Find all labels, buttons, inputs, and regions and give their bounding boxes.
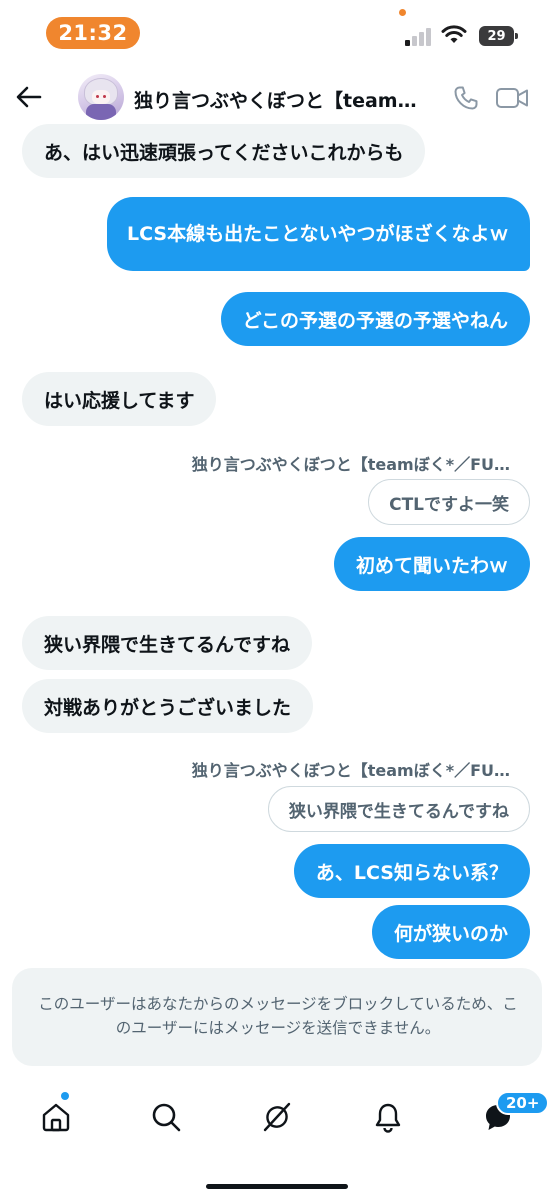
quoted-message[interactable]: 狭い界隈で生きてるんですね [267,786,530,832]
message-sent[interactable]: どこの予選の予選の予選やねん [220,292,530,346]
message-received[interactable]: 狭い界隈で生きてるんですね [22,616,313,670]
avatar[interactable] [78,74,124,120]
battery-level: 29 [479,26,514,46]
home-indicator[interactable] [206,1184,348,1189]
search-icon[interactable] [150,1101,182,1133]
home-notification-dot [61,1092,69,1100]
privacy-indicator-dot [399,9,406,16]
blocked-notice: このユーザーはあなたからのメッセージをブロックしているため、このユーザーにはメッ… [12,968,542,1066]
status-time: 21:32 [46,17,140,49]
message-sent[interactable]: 何が狭いのか [371,905,530,959]
messages-badge: 20+ [496,1091,550,1115]
message-received[interactable]: あ、はい迅速頑張ってくださいこれからも [22,124,426,178]
arrow-left-icon[interactable] [14,84,44,110]
grok-icon[interactable] [261,1101,293,1133]
reply-to-name: 独り言つぶやくぼつと【teamぼく*／FU… [191,455,510,474]
message-sent[interactable]: あ、LCS知らない系？ [293,844,530,898]
notifications-icon[interactable] [372,1101,404,1133]
video-icon[interactable] [495,86,529,110]
conversation-title[interactable]: 独り言つぶやくぼつと【team… [134,86,434,113]
home-icon[interactable] [40,1101,72,1133]
message-received[interactable]: 対戦ありがとうございました [22,679,314,733]
battery-icon: 29 [479,26,519,46]
message-sent[interactable]: 初めて聞いたわｗ [333,537,530,591]
quoted-message[interactable]: CTLですよ一笑 [368,479,530,525]
conversation-header: 独り言つぶやくぼつと【team… [0,66,554,130]
wifi-icon [441,25,467,43]
bottom-nav: 20+ [0,1080,554,1199]
phone-icon[interactable] [452,84,480,112]
status-bar: 21:32 29 [0,0,554,66]
message-sent[interactable]: LCS本線も出たことないやつがほざくなよｗ [107,197,530,271]
message-received[interactable]: はい応援してます [22,372,217,426]
cellular-signal-icon [405,28,435,46]
reply-to-name: 独り言つぶやくぼつと【teamぼく*／FU… [191,761,510,780]
